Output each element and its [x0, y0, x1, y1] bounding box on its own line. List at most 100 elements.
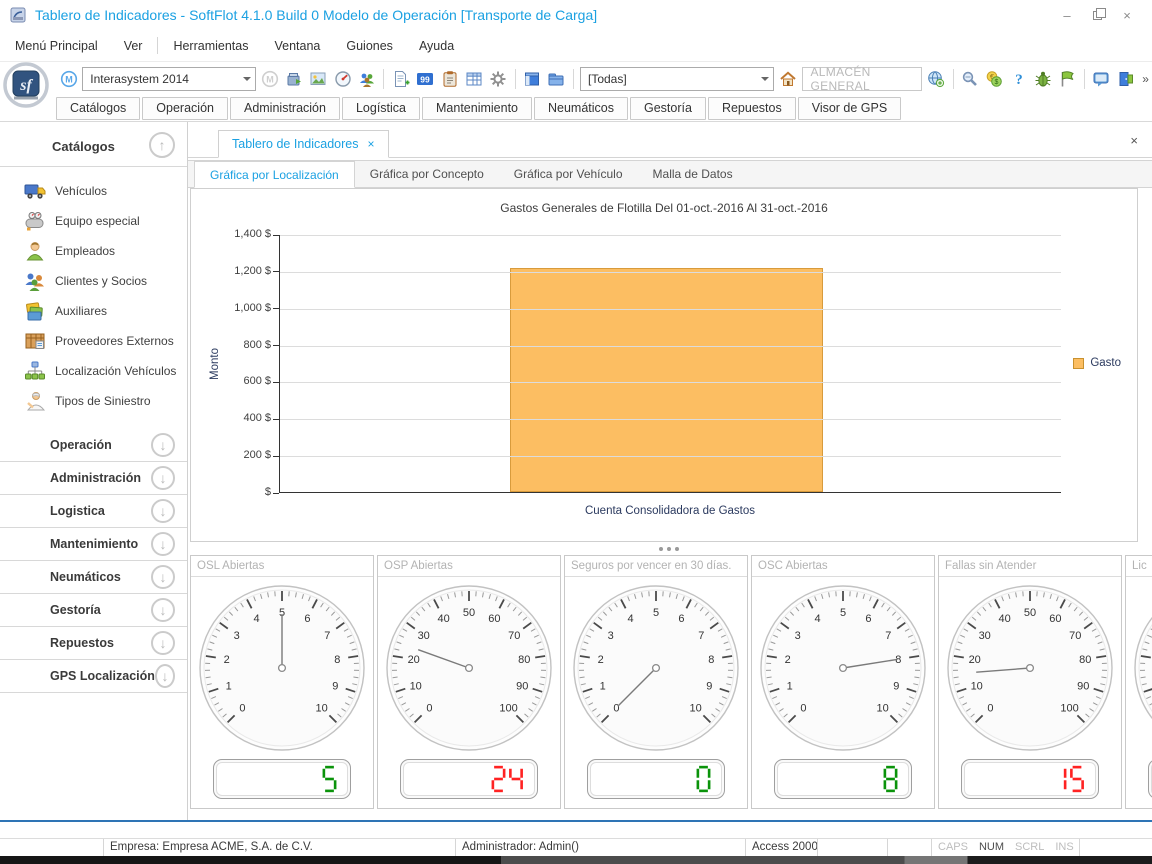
ribbon-tab-administracion[interactable]: Administración	[230, 97, 340, 120]
exit-icon[interactable]	[1115, 67, 1136, 91]
sidebar-section-label: Mantenimiento	[50, 537, 138, 551]
y-tick-mark	[273, 308, 279, 309]
dropdown-arrow-icon[interactable]	[756, 68, 773, 90]
keyboard-indicator-num: NUM	[979, 841, 1004, 853]
sidebar-section-logistica[interactable]: Logistica↓	[0, 495, 187, 528]
menu-item-ver[interactable]: Ver	[111, 39, 156, 53]
expand-down-arrow-icon[interactable]: ↓	[151, 631, 175, 655]
ribbon-tab-operacion[interactable]: Operación	[142, 97, 228, 120]
gauge-panel-fallas-sin-atender: Fallas sin Atender0102030405060708090100	[938, 555, 1122, 809]
sidebar-item-tipos-de-siniestro[interactable]: Tipos de Siniestro	[0, 386, 187, 416]
expand-down-arrow-icon[interactable]: ↓	[151, 433, 175, 457]
svg-text:3: 3	[795, 630, 801, 642]
almacen-input[interactable]: ALMACÉN GENERAL	[802, 67, 923, 91]
sidebar-section-catalogos[interactable]: Catálogos↑	[0, 122, 187, 167]
expand-down-arrow-icon[interactable]: ↓	[155, 664, 175, 688]
m-circle-disabled-icon[interactable]: M	[259, 67, 280, 91]
m-circle-icon[interactable]: M	[58, 67, 79, 91]
gear-icon[interactable]	[487, 67, 508, 91]
users-group-icon[interactable]	[356, 67, 377, 91]
keyboard-indicator-scrl: SCRL	[1015, 841, 1044, 853]
ribbon-tab-repuestos[interactable]: Repuestos	[708, 97, 796, 120]
sidebar-section-mantenimiento[interactable]: Mantenimiento ↓	[0, 528, 187, 561]
sidebar-item-clientes-y-socios[interactable]: Clientes y Socios	[0, 266, 187, 296]
expand-down-arrow-icon[interactable]: ↓	[151, 532, 175, 556]
menu-item-herramientas[interactable]: Herramientas	[160, 39, 261, 53]
bug-icon[interactable]	[1032, 67, 1053, 91]
sidebar-section-repuestos[interactable]: Repuestos↓	[0, 627, 187, 660]
svg-text:2: 2	[224, 654, 230, 666]
svg-text:5: 5	[653, 607, 659, 619]
subtab-grafica-por-concepto[interactable]: Gráfica por Concepto	[355, 161, 499, 187]
sidebar-item-empleados[interactable]: Empleados	[0, 236, 187, 266]
badge-99-icon[interactable]: 99	[415, 67, 436, 91]
folder-icon[interactable]	[546, 67, 567, 91]
help-icon[interactable]: ?	[1008, 67, 1029, 91]
expand-down-arrow-icon[interactable]: ↓	[151, 565, 175, 589]
ribbon-tab-gestoria[interactable]: Gestoría	[630, 97, 706, 120]
menu-item-ayuda[interactable]: Ayuda	[406, 39, 467, 53]
cards-icon	[24, 300, 46, 322]
speedometer-icon[interactable]	[332, 67, 353, 91]
close-button[interactable]: ×	[1112, 8, 1142, 23]
ribbon-tab-catalogos[interactable]: Catálogos	[56, 97, 140, 120]
svg-text:10: 10	[876, 703, 888, 715]
sidebar-section-administracion[interactable]: Administración↓	[0, 462, 187, 495]
image-icon[interactable]	[308, 67, 329, 91]
table-icon[interactable]	[463, 67, 484, 91]
doc-tab-close-icon[interactable]: ×	[367, 137, 374, 151]
expand-down-arrow-icon[interactable]: ↓	[151, 499, 175, 523]
menu-item-menu-principal[interactable]: Menú Principal	[2, 39, 111, 53]
clipboard-icon[interactable]	[439, 67, 460, 91]
sidebar-section-neumaticos[interactable]: Neumáticos↓	[0, 561, 187, 594]
gauge-title: OSC Abiertas	[752, 556, 934, 577]
home-icon[interactable]	[777, 67, 798, 91]
subtab-grafica-por-localizacion[interactable]: Gráfica por Localización	[194, 161, 355, 188]
ribbon-tab-neumaticos[interactable]: Neumáticos	[534, 97, 628, 120]
sidebar: Catálogos↑ VehículosEquipo especialEmplea…	[0, 122, 188, 820]
ribbon-tab-mantenimiento[interactable]: Mantenimiento	[422, 97, 532, 120]
y-tick-label: $	[191, 486, 271, 498]
svg-text:6: 6	[678, 613, 684, 625]
globe-icon[interactable]	[925, 67, 946, 91]
toolbar-overflow[interactable]: »	[1139, 72, 1152, 86]
sidebar-section-gps-localizacion[interactable]: GPS Localización↓	[0, 660, 187, 693]
sidebar-item-auxiliares[interactable]: Auxiliares	[0, 296, 187, 326]
sidebar-item-equipo-especial[interactable]: Equipo especial	[0, 206, 187, 236]
flag-icon[interactable]	[1057, 67, 1078, 91]
coins-icon[interactable]: €$	[984, 67, 1005, 91]
svg-text:8: 8	[334, 654, 340, 666]
expand-down-arrow-icon[interactable]: ↓	[151, 598, 175, 622]
ribbon-tab-visor-de-gps[interactable]: Visor de GPS	[798, 97, 902, 120]
sidebar-section-gestoria[interactable]: Gestoría↓	[0, 594, 187, 627]
collapse-up-arrow-icon[interactable]: ↑	[149, 132, 175, 158]
new-document-icon[interactable]	[390, 67, 411, 91]
sidebar-item-vehiculos[interactable]: Vehículos	[0, 176, 187, 206]
restore-button[interactable]	[1082, 8, 1112, 23]
expand-down-arrow-icon[interactable]: ↓	[151, 466, 175, 490]
window-panel-icon[interactable]	[522, 67, 543, 91]
location-filter-combo[interactable]: [Todas]	[580, 67, 774, 91]
sidebar-section-operacion[interactable]: Operación↓	[0, 429, 187, 462]
sidebar-item-proveedores-externos[interactable]: Proveedores Externos	[0, 326, 187, 356]
svg-text:80: 80	[518, 654, 530, 666]
comment-icon[interactable]	[1091, 67, 1112, 91]
tabstrip-close-icon[interactable]: ×	[1130, 133, 1138, 148]
splitter-handle[interactable]	[188, 542, 1152, 555]
menu-item-ventana[interactable]: Ventana	[261, 39, 333, 53]
subtab-grafica-por-vehiculo[interactable]: Gráfica por Vehículo	[499, 161, 638, 187]
tab-tablero-de-indicadores[interactable]: Tablero de Indicadores ×	[218, 130, 389, 158]
export-box-icon[interactable]	[283, 67, 304, 91]
sidebar-item-localizacion-vehiculos[interactable]: Localización Vehículos	[0, 356, 187, 386]
dropdown-arrow-icon[interactable]	[238, 68, 255, 90]
y-tick-mark	[273, 345, 279, 346]
company-combo[interactable]: Interasystem 2014	[82, 67, 256, 91]
gridline	[280, 235, 1061, 236]
subtab-malla-de-datos[interactable]: Malla de Datos	[638, 161, 748, 187]
svg-text:M: M	[65, 74, 73, 84]
ribbon-tab-logistica[interactable]: Logística	[342, 97, 420, 120]
gauge-display	[213, 759, 351, 799]
minimize-button[interactable]: –	[1052, 8, 1082, 23]
search-tools-icon[interactable]	[959, 67, 980, 91]
menu-item-guiones[interactable]: Guiones	[333, 39, 406, 53]
